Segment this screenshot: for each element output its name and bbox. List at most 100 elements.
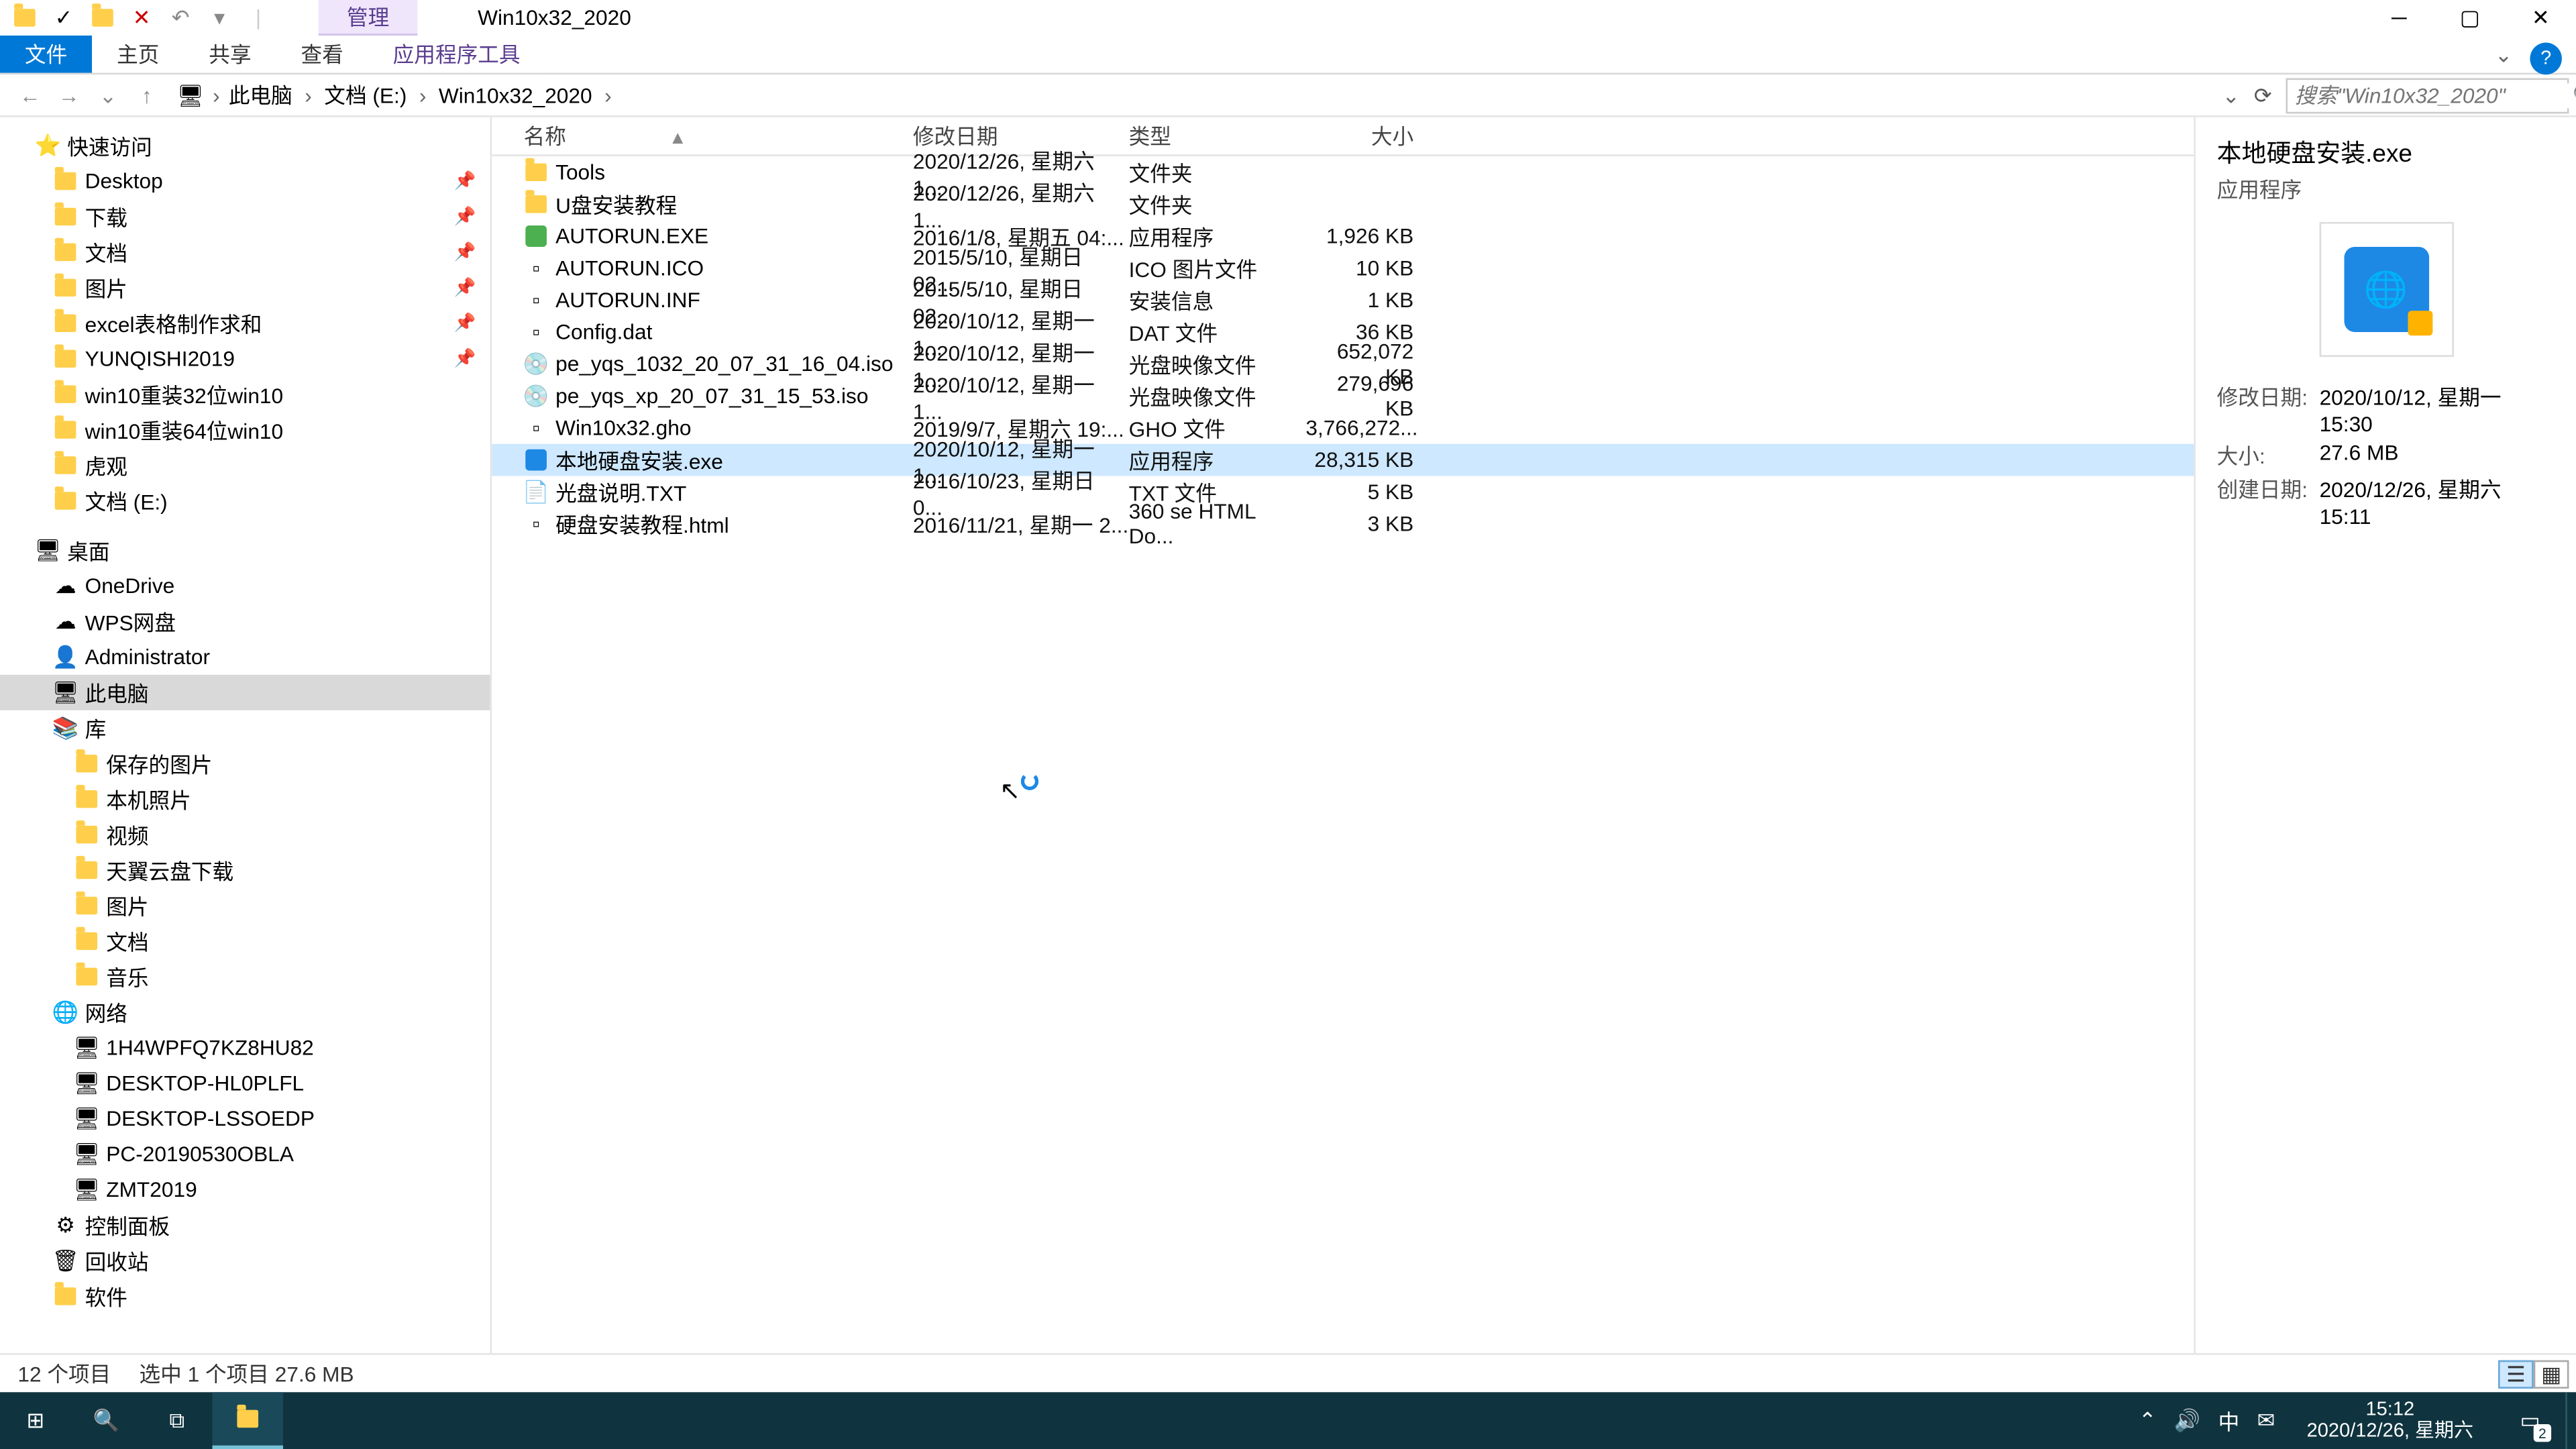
file-row[interactable]: 本地硬盘安装.exe2020/10/12, 星期一 1...应用程序28,315…: [492, 444, 2194, 476]
search-input[interactable]: [2295, 83, 2573, 107]
tray-overflow-icon[interactable]: ⌃: [2139, 1408, 2157, 1433]
tree-item[interactable]: 音乐: [0, 959, 490, 994]
file-row[interactable]: ▫Win10x32.gho2019/9/7, 星期六 19:...GHO 文件3…: [492, 412, 2194, 444]
file-row[interactable]: 💿pe_yqs_xp_20_07_31_15_53.iso2020/10/12,…: [492, 380, 2194, 412]
tree-item[interactable]: 天翼云盘下载: [0, 853, 490, 888]
tree-item[interactable]: 🗑回收站: [0, 1243, 490, 1279]
tree-item[interactable]: 图片📌: [0, 270, 490, 305]
ribbon-tabs: 文件 主页 共享 查看 应用程序工具: [0, 36, 2576, 74]
column-name[interactable]: 名称▴: [524, 121, 913, 151]
tree-item[interactable]: Desktop📌: [0, 164, 490, 199]
column-type[interactable]: 类型: [1129, 121, 1306, 151]
navigation-tree[interactable]: ⭐快速访问Desktop📌下载📌文档📌图片📌excel表格制作求和📌YUNQIS…: [0, 117, 492, 1353]
breadcrumb-segment[interactable]: 文档 (E:): [317, 80, 414, 110]
file-row[interactable]: Tools2020/12/26, 星期六 1...文件夹: [492, 156, 2194, 189]
address-dropdown-icon[interactable]: ⌄: [2222, 83, 2240, 107]
start-button[interactable]: ⊞: [0, 1392, 70, 1449]
breadcrumb-segment[interactable]: 此电脑: [221, 80, 299, 110]
tree-item-label: win10重装32位win10: [85, 379, 284, 409]
file-row[interactable]: ▫AUTORUN.INF2015/5/10, 星期日 02...安装信息1 KB: [492, 284, 2194, 317]
file-type: 文件夹: [1129, 157, 1306, 187]
pc-icon: 🖥: [74, 1177, 99, 1202]
tree-item[interactable]: 下载📌: [0, 199, 490, 234]
help-icon[interactable]: ?: [2530, 43, 2561, 75]
tree-item[interactable]: 本机照片: [0, 782, 490, 817]
tree-item[interactable]: 📚库: [0, 710, 490, 746]
tree-item[interactable]: 虎观: [0, 447, 490, 483]
tree-item[interactable]: win10重装64位win10: [0, 412, 490, 447]
file-row[interactable]: 📄光盘说明.TXT2016/10/23, 星期日 0...TXT 文件5 KB: [492, 476, 2194, 508]
pin-icon: 📌: [454, 207, 476, 226]
forward-button[interactable]: →: [53, 79, 85, 111]
close-button[interactable]: ✕: [2506, 0, 2576, 36]
tree-item[interactable]: 🖥1H4WPFQ7KZ8HU82: [0, 1030, 490, 1065]
expand-ribbon-icon[interactable]: ⌄: [2495, 43, 2520, 68]
tree-item[interactable]: 🖥DESKTOP-HL0PLFL: [0, 1065, 490, 1101]
tree-item[interactable]: 视频: [0, 817, 490, 853]
tray-app-icon[interactable]: ✉: [2257, 1408, 2275, 1433]
tree-item[interactable]: 🖥此电脑: [0, 675, 490, 710]
tree-item[interactable]: 👤Administrator: [0, 639, 490, 675]
tree-item-label: 保存的图片: [106, 749, 212, 779]
tree-item[interactable]: 软件: [0, 1279, 490, 1314]
qat-properties-icon[interactable]: ✓: [46, 2, 82, 34]
file-row[interactable]: ▫AUTORUN.ICO2015/5/10, 星期日 02...ICO 图片文件…: [492, 252, 2194, 284]
search-icon[interactable]: 🔍: [2573, 83, 2576, 107]
folder-icon: [7, 2, 43, 34]
tree-item[interactable]: 🌐网络: [0, 994, 490, 1030]
taskbar-clock[interactable]: 15:12 2020/12/26, 星期六: [2293, 1399, 2488, 1442]
file-row[interactable]: AUTORUN.EXE2016/1/8, 星期五 04:...应用程序1,926…: [492, 220, 2194, 252]
volume-icon[interactable]: 🔊: [2174, 1408, 2200, 1433]
tree-item[interactable]: 文档 (E:): [0, 483, 490, 519]
tab-file[interactable]: 文件: [0, 36, 92, 73]
breadcrumb-segment[interactable]: Win10x32_2020: [431, 83, 599, 107]
search-box[interactable]: 🔍: [2286, 77, 2569, 113]
view-details-button[interactable]: ☰: [2498, 1359, 2534, 1387]
back-button[interactable]: ←: [14, 79, 46, 111]
tree-item[interactable]: ☁OneDrive: [0, 568, 490, 604]
tree-item[interactable]: 🖥DESKTOP-LSSOEDP: [0, 1101, 490, 1136]
up-button[interactable]: ↑: [131, 79, 162, 111]
recent-dropdown-icon[interactable]: ⌄: [92, 79, 123, 111]
column-size[interactable]: 大小: [1305, 121, 1420, 151]
qat-delete-icon[interactable]: ✕: [124, 2, 160, 34]
chevron-right-icon[interactable]: ›: [417, 83, 428, 107]
tab-view[interactable]: 查看: [276, 36, 368, 73]
file-row[interactable]: U盘安装教程2020/12/26, 星期六 1...文件夹: [492, 189, 2194, 221]
chevron-right-icon[interactable]: ›: [303, 83, 314, 107]
task-view-button[interactable]: ⧉: [142, 1392, 212, 1449]
qat-dropdown-icon[interactable]: ▾: [202, 2, 237, 34]
view-thumbnails-button[interactable]: ▦: [2534, 1359, 2569, 1387]
qat-undo-icon[interactable]: ↶: [163, 2, 199, 34]
tree-item[interactable]: 保存的图片: [0, 746, 490, 782]
tree-item[interactable]: 文档📌: [0, 234, 490, 270]
tab-home[interactable]: 主页: [92, 36, 184, 73]
globe-icon: 🌐: [2364, 267, 2408, 311]
ime-indicator[interactable]: 中: [2218, 1405, 2240, 1436]
tree-item[interactable]: 文档: [0, 923, 490, 959]
taskbar-explorer-button[interactable]: [212, 1392, 282, 1449]
tree-item[interactable]: ⚙控制面板: [0, 1208, 490, 1243]
chevron-right-icon[interactable]: ›: [211, 83, 221, 107]
tab-share[interactable]: 共享: [184, 36, 276, 73]
tree-item[interactable]: ☁WPS网盘: [0, 604, 490, 639]
tree-item[interactable]: 🖥ZMT2019: [0, 1172, 490, 1208]
show-desktop-button[interactable]: [2565, 1392, 2576, 1449]
tree-item[interactable]: 🖥PC-20190530OBLA: [0, 1136, 490, 1172]
file-row[interactable]: ▫硬盘安装教程.html2016/11/21, 星期一 2...360 se H…: [492, 508, 2194, 540]
chevron-right-icon[interactable]: ›: [602, 83, 613, 107]
taskbar-search-button[interactable]: 🔍: [70, 1392, 141, 1449]
qat-newfolder-icon[interactable]: [85, 2, 121, 34]
tree-item[interactable]: YUNQISHI2019📌: [0, 341, 490, 376]
details-thumbnail: 🌐: [2318, 222, 2453, 357]
tree-item[interactable]: 图片: [0, 888, 490, 924]
maximize-button[interactable]: ▢: [2434, 0, 2505, 36]
action-center-button[interactable]: ▭2: [2506, 1396, 2555, 1446]
tree-item[interactable]: 🖥桌面: [0, 533, 490, 568]
tree-item[interactable]: win10重装32位win10: [0, 376, 490, 412]
minimize-button[interactable]: ─: [2364, 0, 2434, 36]
tree-item[interactable]: excel表格制作求和📌: [0, 305, 490, 341]
tab-app-tools[interactable]: 应用程序工具: [368, 36, 545, 73]
refresh-button[interactable]: ⟳: [2247, 79, 2278, 111]
tree-item[interactable]: ⭐快速访问: [0, 128, 490, 164]
